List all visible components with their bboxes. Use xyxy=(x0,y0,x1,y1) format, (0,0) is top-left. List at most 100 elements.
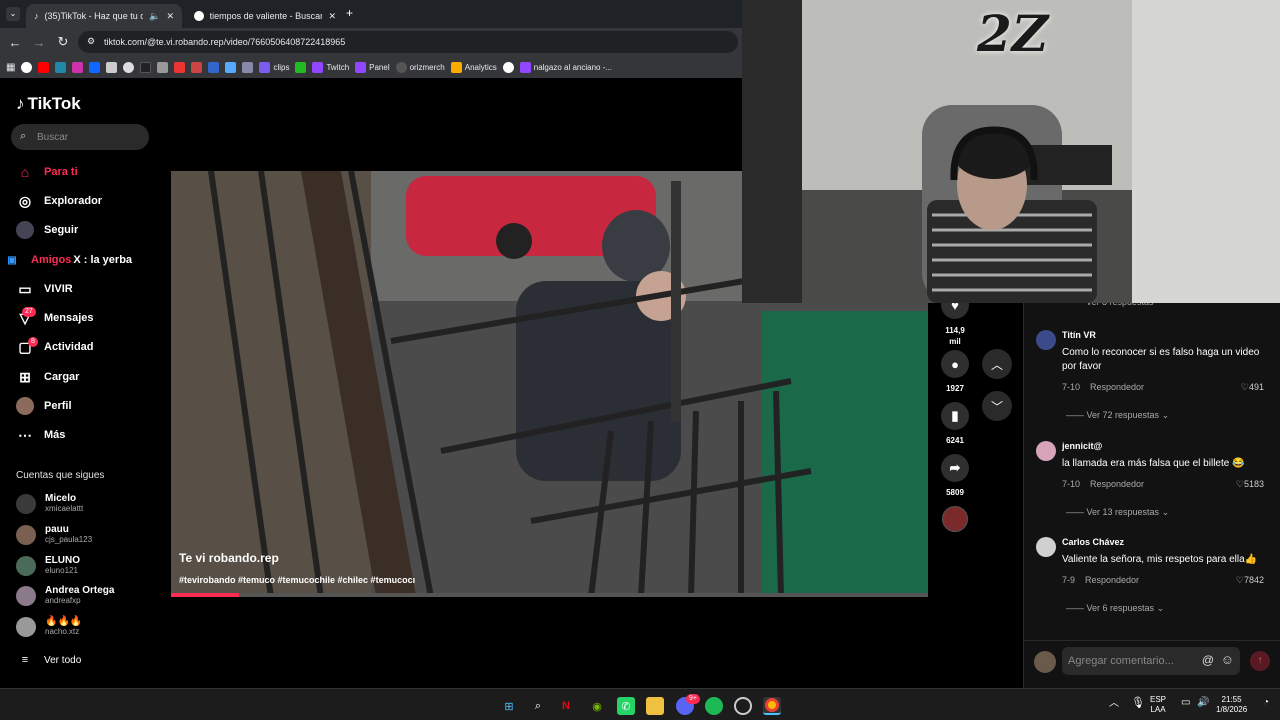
instagram-icon[interactable] xyxy=(72,61,84,73)
bookmark-icon[interactable] xyxy=(225,61,237,73)
speaker-icon[interactable]: 🔈 xyxy=(149,11,160,22)
obs-icon[interactable] xyxy=(734,697,752,715)
view-replies-link[interactable]: —— Ver 72 respuestas ⌄ xyxy=(1066,410,1169,421)
reply-button[interactable]: Respondedor xyxy=(1090,382,1144,392)
followed-account[interactable]: Andrea Ortega andreafxp xyxy=(16,585,114,606)
search-icon[interactable]: ⌕ xyxy=(529,697,547,715)
clock[interactable]: 21:55 1/8/2026 xyxy=(1216,695,1247,715)
network-icon[interactable]: ▭ xyxy=(1181,698,1190,708)
bookmark-panel[interactable]: Panel xyxy=(355,61,390,73)
reply-button[interactable]: Respondedor xyxy=(1085,575,1139,585)
music-disc-icon[interactable] xyxy=(942,506,968,532)
whatsapp-icon[interactable]: ✆ xyxy=(617,697,635,715)
comment-like-button[interactable]: ♡491 xyxy=(1241,382,1264,393)
microphone-icon[interactable]: 🎙 xyxy=(1131,698,1145,709)
reload-icon[interactable]: ↻ xyxy=(51,34,75,50)
tray-overflow-icon[interactable]: ︿ xyxy=(1109,699,1119,709)
followed-account[interactable]: pauu cjs_paula123 xyxy=(16,524,92,545)
next-video-button[interactable]: ﹀ xyxy=(982,391,1012,421)
comment-user[interactable]: Carlos Chávez xyxy=(1062,537,1124,547)
mention-icon[interactable]: @ xyxy=(1202,653,1214,667)
search-input[interactable]: ⌕ Buscar xyxy=(11,124,149,150)
google-icon[interactable] xyxy=(21,61,33,73)
comment-user[interactable]: jennicit@ xyxy=(1062,441,1102,451)
gmail-icon[interactable] xyxy=(191,61,203,73)
bookmark-orizmerch[interactable]: orizmerch xyxy=(395,61,445,73)
video-hashtags[interactable]: #tevirobando #temuco #temucochile #chile… xyxy=(179,575,415,585)
save-button[interactable]: ▮ 6241 xyxy=(940,402,970,445)
view-replies-link[interactable]: —— Ver 13 respuestas ⌄ xyxy=(1066,507,1169,518)
see-all-link[interactable]: ≡ Ver todo xyxy=(16,650,81,670)
comment-button[interactable]: ● 1927 xyxy=(940,350,970,393)
bookmark-clips[interactable]: clips xyxy=(259,61,289,73)
bookmark-icon[interactable] xyxy=(55,61,67,73)
comment-like-button[interactable]: ♡7842 xyxy=(1236,575,1264,586)
tab-label: (35)TikTok - Haz que tu día xyxy=(44,11,144,21)
forward-icon[interactable]: → xyxy=(27,35,51,50)
bookmark-icon[interactable] xyxy=(106,61,118,73)
youtube-icon[interactable] xyxy=(38,61,50,73)
bookmark-nalgazo[interactable]: nalgazo al anciano -... xyxy=(519,61,612,73)
tab-search[interactable]: tiempos de valiente - Buscar co ✕ xyxy=(186,4,344,28)
nav-for-you[interactable]: ⌂ Para ti xyxy=(16,162,78,182)
site-info-icon[interactable]: ⚙ xyxy=(87,36,95,47)
netflix-icon[interactable]: N xyxy=(557,697,575,715)
comment-icon: ● xyxy=(941,350,969,378)
avatar[interactable] xyxy=(1036,330,1056,350)
back-icon[interactable]: ← xyxy=(3,35,27,50)
tiktok-logo[interactable]: ♪ TikTok xyxy=(16,94,81,114)
close-tab-icon[interactable]: ✕ xyxy=(328,11,336,22)
video-caption: Te vi robando.rep xyxy=(179,551,279,565)
nav-profile[interactable]: Perfil xyxy=(16,396,72,416)
view-replies-link[interactable]: —— Ver 6 respuestas ⌄ xyxy=(1066,603,1164,614)
bookmark-icon[interactable] xyxy=(157,61,169,73)
kick-icon[interactable] xyxy=(295,61,307,73)
apps-icon[interactable]: ▦ xyxy=(6,62,15,73)
sidebar: ♪ TikTok ⌕ Buscar ⌂ Para ti ◎ Explorador… xyxy=(0,78,160,688)
close-tab-icon[interactable]: ✕ xyxy=(166,11,174,22)
bookmark-icon[interactable] xyxy=(89,61,101,73)
spotify-icon[interactable] xyxy=(705,697,723,715)
followed-account[interactable]: Micelo xmicaelattt xyxy=(16,493,83,514)
nvidia-icon[interactable]: ◉ xyxy=(588,697,606,715)
bookmark-twitch[interactable]: Twitch xyxy=(312,61,349,73)
avatar[interactable] xyxy=(1036,537,1056,557)
nav-live[interactable]: ▭ VIVIR xyxy=(16,279,72,299)
file-explorer-icon[interactable] xyxy=(646,697,664,715)
tab-search-button[interactable]: ⌄ xyxy=(6,7,20,21)
comment-user[interactable]: Titín VR xyxy=(1062,330,1096,340)
followed-account[interactable]: 🔥🔥🔥 nacho.xtz xyxy=(16,616,82,637)
previous-video-button[interactable]: ︿ xyxy=(982,349,1012,379)
nav-friends[interactable]: ▣ Amigos X : la yerba xyxy=(3,250,132,270)
share-icon: ➦ xyxy=(941,454,969,482)
nav-explore[interactable]: ◎ Explorador xyxy=(16,191,102,211)
nav-more[interactable]: ⋯ Más xyxy=(16,425,65,445)
emoji-icon[interactable]: ☺ xyxy=(1221,652,1234,667)
comment-like-button[interactable]: ♡5183 xyxy=(1236,479,1264,490)
send-comment-button[interactable]: ↑ xyxy=(1250,651,1270,671)
nav-following[interactable]: Seguir xyxy=(16,220,78,240)
bookmark-analytics[interactable]: Analytics xyxy=(450,61,497,73)
new-tab-button[interactable]: + xyxy=(346,6,353,20)
video-progress-bar[interactable] xyxy=(171,593,928,597)
windows-start-icon[interactable]: ⊞ xyxy=(500,697,518,715)
followed-account[interactable]: ELUNO eluno121 xyxy=(16,555,80,576)
bookmark-icon[interactable] xyxy=(502,61,514,73)
language-indicator[interactable]: ESP LAA xyxy=(1150,695,1166,715)
bookmark-icon[interactable] xyxy=(174,61,186,73)
home-icon: ⌂ xyxy=(20,164,30,180)
notifications-icon[interactable]: ◔ xyxy=(1263,698,1269,708)
bookmark-icon[interactable] xyxy=(242,61,254,73)
tiktok-icon[interactable] xyxy=(140,61,152,73)
bookmark-icon[interactable] xyxy=(123,61,135,73)
chrome-icon[interactable] xyxy=(763,697,781,715)
tab-tiktok[interactable]: ♪ (35)TikTok - Haz que tu día 🔈 ✕ xyxy=(26,4,182,28)
volume-icon[interactable]: 🔊 xyxy=(1197,698,1209,708)
comment-input[interactable]: Agregar comentario... @ ☺ xyxy=(1062,647,1240,675)
url-input[interactable]: ⚙ tiktok.com/@te.vi.robando.rep/video/76… xyxy=(78,31,738,53)
share-button[interactable]: ➦ 5809 xyxy=(940,454,970,497)
avatar[interactable] xyxy=(1036,441,1056,461)
bookmark-icon[interactable] xyxy=(208,61,220,73)
nav-upload[interactable]: ⊞ Cargar xyxy=(16,367,79,387)
reply-button[interactable]: Respondedor xyxy=(1090,479,1144,489)
